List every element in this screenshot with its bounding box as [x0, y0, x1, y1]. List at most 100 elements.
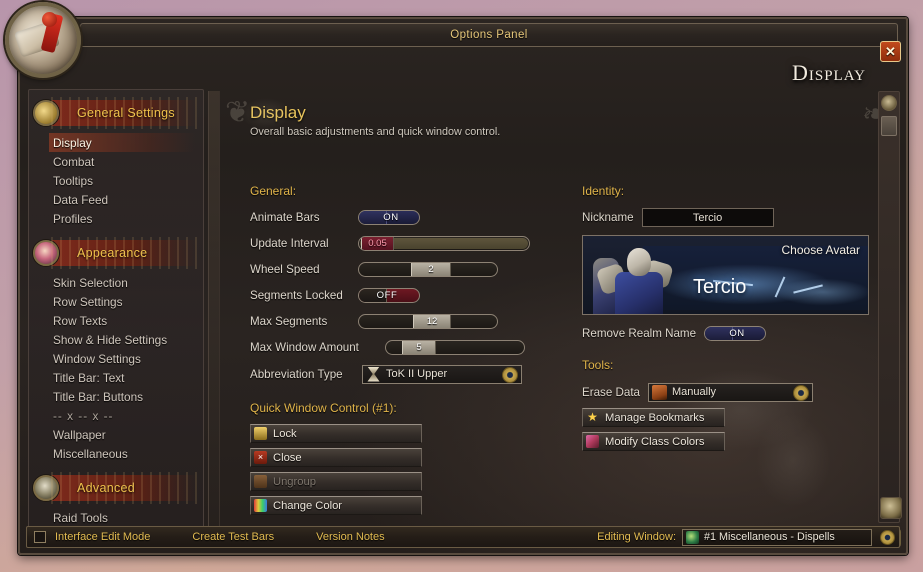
- sidebar-item-miscellaneous[interactable]: Miscellaneous: [49, 444, 195, 463]
- scroll-up-icon[interactable]: [881, 95, 897, 111]
- window-icon: [686, 530, 699, 544]
- setting-row-update-interval: Update Interval 0.05: [250, 233, 540, 254]
- slider-value: 0.05: [368, 238, 387, 249]
- slider-knob[interactable]: 0.05: [361, 237, 394, 250]
- setting-label: Animate Bars: [250, 211, 320, 224]
- close-window-button[interactable]: × Close: [250, 448, 422, 467]
- sidebar-group-advanced[interactable]: Advanced: [33, 472, 197, 504]
- change-color-button[interactable]: Change Color: [250, 496, 422, 515]
- app-logo: [5, 2, 81, 78]
- setting-row-segments-locked: Segments Locked OFF: [250, 285, 540, 306]
- avatar-preview[interactable]: Tercio Choose Avatar: [582, 235, 869, 315]
- interface-edit-mode-label[interactable]: Interface Edit Mode: [55, 531, 150, 543]
- editing-window-value: #1 Miscellaneous - Dispells: [704, 531, 835, 543]
- hourglass-icon: [367, 366, 380, 382]
- setting-label: Max Window Amount: [250, 341, 359, 354]
- sidebar-item-data-feed[interactable]: Data Feed: [49, 190, 195, 209]
- setting-row-wheel-speed: Wheel Speed 2: [250, 259, 540, 280]
- section-subtitle: Overall basic adjustments and quick wind…: [250, 126, 501, 138]
- remove-realm-toggle[interactable]: ON: [704, 326, 767, 341]
- button-label: Close: [273, 451, 302, 464]
- scrollbar[interactable]: [878, 91, 900, 523]
- max-window-amount-slider[interactable]: 5: [385, 340, 525, 355]
- paint-icon: [586, 435, 599, 448]
- choose-avatar-label[interactable]: Choose Avatar: [782, 243, 861, 257]
- ungroup-window-button: Ungroup: [250, 472, 422, 491]
- sidebar-group-label: General Settings: [77, 106, 175, 120]
- sidebar-item-row-texts[interactable]: Row Texts: [49, 311, 195, 330]
- setting-label: Segments Locked: [250, 289, 343, 302]
- section-title: Display: [250, 103, 306, 122]
- window-title: Options Panel: [450, 29, 528, 41]
- status-bar: Interface Edit Mode Create Test Bars Ver…: [26, 526, 900, 548]
- wax-seal-icon: [42, 12, 57, 27]
- slider-knob[interactable]: 2: [411, 263, 451, 276]
- sidebar-item-combat[interactable]: Combat: [49, 152, 195, 171]
- sidebar-group-label: Appearance: [77, 246, 148, 260]
- manage-bookmarks-button[interactable]: ★ Manage Bookmarks: [582, 408, 725, 427]
- options-panel-window: Options Panel ✕ Display General Settings…: [18, 17, 908, 555]
- sidebar-item-row-settings[interactable]: Row Settings: [49, 292, 195, 311]
- identity-group-label: Identity:: [582, 184, 625, 198]
- avatar-head: [627, 248, 651, 276]
- sidebar-item-skin-selection[interactable]: Skin Selection: [49, 273, 195, 292]
- version-notes-link[interactable]: Version Notes: [316, 531, 384, 543]
- sidebar-item-profiles[interactable]: Profiles: [49, 209, 195, 228]
- modify-class-colors-button[interactable]: Modify Class Colors: [582, 432, 725, 451]
- sidebar-separator: -- x -- x --: [53, 408, 114, 423]
- erase-data-label: Erase Data: [582, 385, 640, 399]
- setting-label: Wheel Speed: [250, 263, 320, 276]
- sidebar-group-appearance[interactable]: Appearance: [33, 237, 197, 269]
- sidebar-item-title-bar-buttons[interactable]: Title Bar: Buttons: [49, 387, 195, 406]
- sidebar-item-raid-tools[interactable]: Raid Tools: [49, 508, 195, 527]
- erase-data-dropdown[interactable]: Manually: [648, 382, 813, 402]
- setting-row-max-window-amount: Max Window Amount 5: [250, 337, 540, 358]
- scrollbar-thumb[interactable]: [881, 116, 897, 136]
- wheel-speed-slider[interactable]: 2: [358, 262, 498, 277]
- sidebar-group-general-settings[interactable]: General Settings: [33, 97, 197, 129]
- sidebar-item-wallpaper[interactable]: Wallpaper: [49, 425, 195, 444]
- setting-label: Update Interval: [250, 237, 329, 250]
- interface-edit-mode-checkbox[interactable]: [34, 531, 46, 543]
- max-segments-slider[interactable]: 12: [358, 314, 498, 329]
- setting-row-nickname: Nickname: [582, 207, 872, 228]
- eye-icon[interactable]: [793, 384, 809, 401]
- eye-icon[interactable]: [880, 529, 895, 545]
- lock-window-button[interactable]: Lock: [250, 424, 422, 443]
- animate-bars-toggle[interactable]: ON: [358, 210, 420, 225]
- general-settings-column: General: Animate Bars ON Update Interval…: [250, 184, 540, 525]
- close-icon[interactable]: ✕: [880, 41, 901, 62]
- editing-window-dropdown[interactable]: #1 Miscellaneous - Dispells: [682, 528, 872, 546]
- abbreviation-type-dropdown[interactable]: ToK II Upper: [362, 364, 522, 384]
- avatar-name: Tercio: [693, 276, 747, 298]
- slider-knob[interactable]: 5: [402, 341, 436, 354]
- portrait-icon: [33, 240, 59, 266]
- sidebar-item-window-settings[interactable]: Window Settings: [49, 349, 195, 368]
- sidebar-nav-general: Display Combat Tooltips Data Feed Profil…: [29, 128, 203, 236]
- button-label: Ungroup: [273, 475, 316, 488]
- toggle-value: OFF: [376, 290, 398, 301]
- sidebar-item-display[interactable]: Display: [49, 133, 195, 152]
- segments-locked-toggle[interactable]: OFF: [358, 288, 420, 303]
- dropdown-value: ToK II Upper: [386, 368, 448, 380]
- setting-row-max-segments: Max Segments 12: [250, 311, 540, 332]
- create-test-bars-link[interactable]: Create Test Bars: [192, 531, 274, 543]
- sidebar-group-label: Advanced: [77, 481, 135, 495]
- sidebar-nav-appearance: Skin Selection Row Settings Row Texts Sh…: [29, 268, 203, 471]
- sidebar-item-show-hide-settings[interactable]: Show & Hide Settings: [49, 330, 195, 349]
- slider-knob[interactable]: 12: [413, 315, 451, 328]
- eye-icon[interactable]: [502, 366, 518, 383]
- sidebar-divider-ornament: [208, 91, 220, 527]
- sidebar-item-tooltips[interactable]: Tooltips: [49, 171, 195, 190]
- content-area: Display Overall basic adjustments and qu…: [222, 89, 872, 525]
- window-title-bar[interactable]: Options Panel: [80, 23, 898, 47]
- button-label: Manage Bookmarks: [605, 411, 705, 424]
- toggle-value: ON: [383, 212, 399, 223]
- general-group-label: General:: [250, 184, 297, 198]
- resize-grip-icon[interactable]: [880, 497, 902, 519]
- update-interval-slider[interactable]: 0.05: [358, 236, 530, 251]
- nickname-input[interactable]: [641, 208, 774, 227]
- setting-row-animate-bars: Animate Bars ON: [250, 207, 540, 228]
- sidebar-item-title-bar-text[interactable]: Title Bar: Text: [49, 368, 195, 387]
- lock-icon: [254, 427, 267, 440]
